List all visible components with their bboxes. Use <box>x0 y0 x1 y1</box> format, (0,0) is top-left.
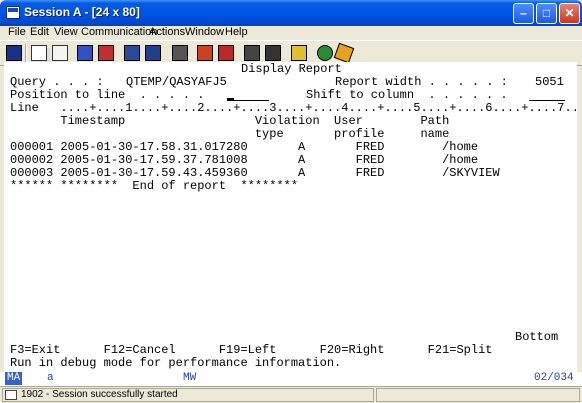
receive-file-icon[interactable] <box>98 45 114 61</box>
minimize-button[interactable]: – <box>513 3 534 24</box>
send-file-icon[interactable] <box>77 45 93 61</box>
display-icon[interactable] <box>124 45 140 61</box>
paste-icon[interactable] <box>52 45 68 61</box>
message-line: Run in debug mode for performance inform… <box>10 356 342 370</box>
oia-system-available: MA <box>5 372 23 385</box>
status-bar: 1902 - Session successfully started <box>0 386 582 403</box>
help-note-icon[interactable] <box>291 45 307 61</box>
macro-stop-icon[interactable] <box>218 45 234 61</box>
oia-message-waiting: MW <box>183 372 197 384</box>
print-screen-icon[interactable] <box>6 45 22 61</box>
close-button[interactable]: ✕ <box>559 3 580 24</box>
help-globe-icon[interactable] <box>317 45 333 61</box>
maximize-button[interactable]: □ <box>536 3 557 24</box>
status-text: 1902 - Session successfully started <box>21 389 178 400</box>
session-status-icon <box>5 390 17 400</box>
end-of-report: ****** ******** End of report ******** <box>10 179 299 193</box>
window-title: Session A - [24 x 80] <box>24 5 140 19</box>
terminal-screen[interactable]: Display Report Query . . . : QTEMP/QASYA… <box>4 62 577 373</box>
oia-bar: MA a MW 02/034 <box>0 372 582 386</box>
macro-record-icon[interactable] <box>197 45 213 61</box>
macro-play-icon[interactable] <box>172 45 188 61</box>
menu-actions[interactable]: Actions <box>149 26 185 38</box>
screen-title: Display Report <box>241 62 342 76</box>
menu-view[interactable]: View <box>54 26 78 38</box>
copy-icon[interactable] <box>31 45 47 61</box>
menu-file[interactable]: File <box>8 26 26 38</box>
emulator-window: Session A - [24 x 80] – □ ✕ File Edit Vi… <box>0 0 582 403</box>
keyboard-icon[interactable] <box>145 45 161 61</box>
status-message-panel: 1902 - Session successfully started <box>2 388 374 402</box>
menu-help[interactable]: Help <box>225 26 248 38</box>
menu-bar: File Edit View Communication Actions Win… <box>0 26 582 40</box>
clipboard-icon[interactable] <box>265 45 281 61</box>
session-icon[interactable] <box>6 6 20 19</box>
menu-window[interactable]: Window <box>185 26 224 38</box>
help-tag-icon[interactable] <box>333 42 355 64</box>
report-width-value: 5051 <box>535 75 564 89</box>
bottom-indicator: Bottom <box>515 330 559 344</box>
toolbar-separator <box>25 44 27 63</box>
menu-communication[interactable]: Communication <box>81 26 157 38</box>
oia-mode: a <box>47 372 54 384</box>
macro-edit-icon[interactable] <box>244 45 260 61</box>
status-panel-right <box>376 388 580 402</box>
oia-cursor-position: 02/034 <box>534 372 574 384</box>
menu-edit[interactable]: Edit <box>30 26 49 38</box>
title-bar[interactable]: Session A - [24 x 80] – □ ✕ <box>0 0 582 26</box>
